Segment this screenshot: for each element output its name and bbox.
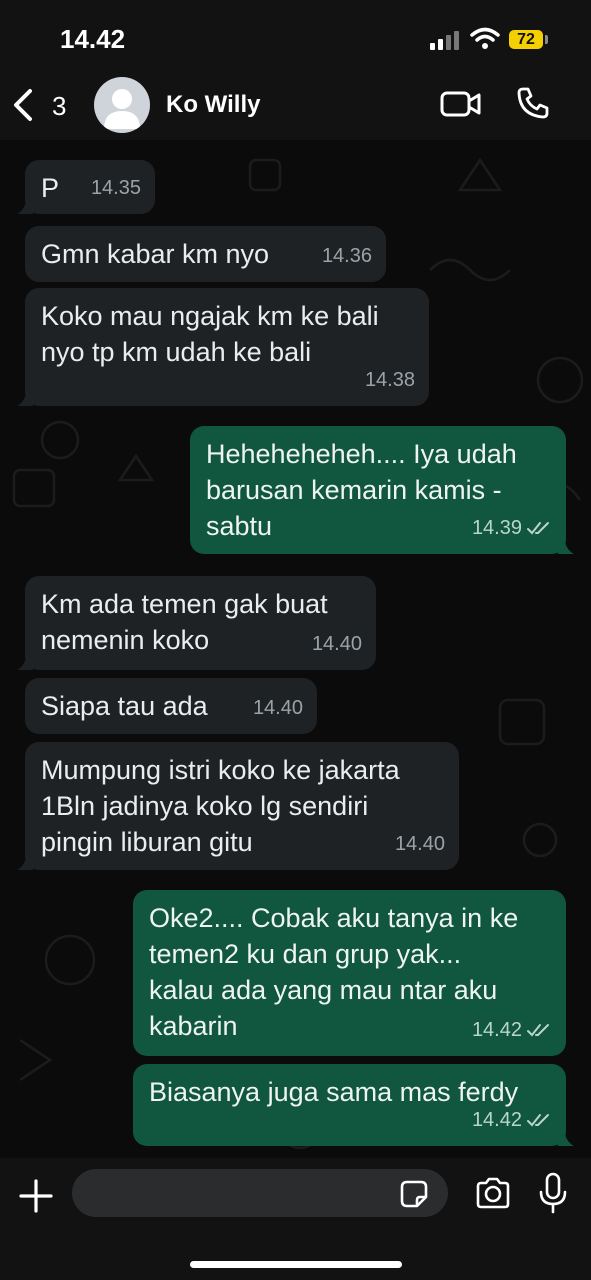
battery-icon: 72 [509,30,543,49]
double-check-icon [527,522,549,535]
message-time: 14.40 [252,697,303,719]
camera-icon[interactable] [474,1176,512,1210]
battery-tip [545,35,548,44]
sticker-icon[interactable] [399,1179,429,1209]
message-time: 14.38 [364,369,415,391]
bubble-tail [17,198,33,214]
message-time: 14.40 [394,833,445,855]
bubble-tail [17,854,33,870]
video-call-icon[interactable] [440,88,482,120]
bubble-tail [17,654,33,670]
user-icon [104,89,140,129]
chat-header: 3 Ko Willy [0,70,591,140]
status-time: 14.42 [60,24,126,54]
double-check-icon [527,1024,549,1037]
message-time: 14.35 [90,177,141,199]
avatar[interactable] [94,77,150,133]
mic-icon[interactable] [538,1172,568,1214]
message-text: Mumpung istri koko ke jakarta 1Bln jadin… [41,755,400,857]
back-button[interactable]: 3 [10,84,70,126]
message-bubble[interactable]: Siapa tau ada 14.40 [25,678,317,734]
status-bar: 14.42 72 [0,0,591,70]
message-time: 14.36 [321,245,372,267]
message-bubble[interactable]: Biasanya juga sama mas ferdy 14.42 [133,1064,574,1146]
message-bubble[interactable]: Oke2.... Cobak aku tanya in ke temen2 ku… [133,890,566,1056]
plus-icon[interactable] [18,1178,54,1214]
message-bubble[interactable]: Gmn kabar km nyo 14.36 [25,226,386,282]
message-bubble[interactable]: Koko mau ngajak km ke bali nyo tp km uda… [17,288,429,406]
message-time: 14.42 [472,1012,552,1048]
message-composer [0,1158,591,1280]
double-check-icon [527,1114,549,1127]
message-bubble[interactable]: Mumpung istri koko ke jakarta 1Bln jadin… [17,742,459,870]
contact-name[interactable]: Ko Willy [166,91,260,119]
message-text: Koko mau ngajak km ke bali nyo tp km uda… [41,301,379,367]
message-text: Gmn kabar km nyo [41,239,270,269]
bubble-tail [558,1130,574,1146]
message-bubble[interactable]: Heheheheheh.... Iya udah barusan kemarin… [190,426,574,554]
wifi-icon [470,27,500,49]
phone-icon[interactable] [516,86,550,120]
message-bubble[interactable]: P 14.35 [17,160,155,214]
chat-area[interactable]: P 14.35 Gmn kabar km nyo 14.36 Koko mau … [0,140,591,1158]
home-indicator [190,1261,402,1268]
message-time: 14.40 [311,633,362,655]
bubble-tail [17,390,33,406]
chevron-left-icon [14,89,32,121]
message-time: 14.42 [472,1102,552,1138]
message-bubble[interactable]: Km ada temen gak buat nemenin koko 14.40 [17,576,376,670]
bubble-tail [558,538,574,554]
message-time: 14.39 [472,510,552,546]
unread-count: 3 [52,91,67,121]
message-input[interactable] [72,1169,448,1217]
